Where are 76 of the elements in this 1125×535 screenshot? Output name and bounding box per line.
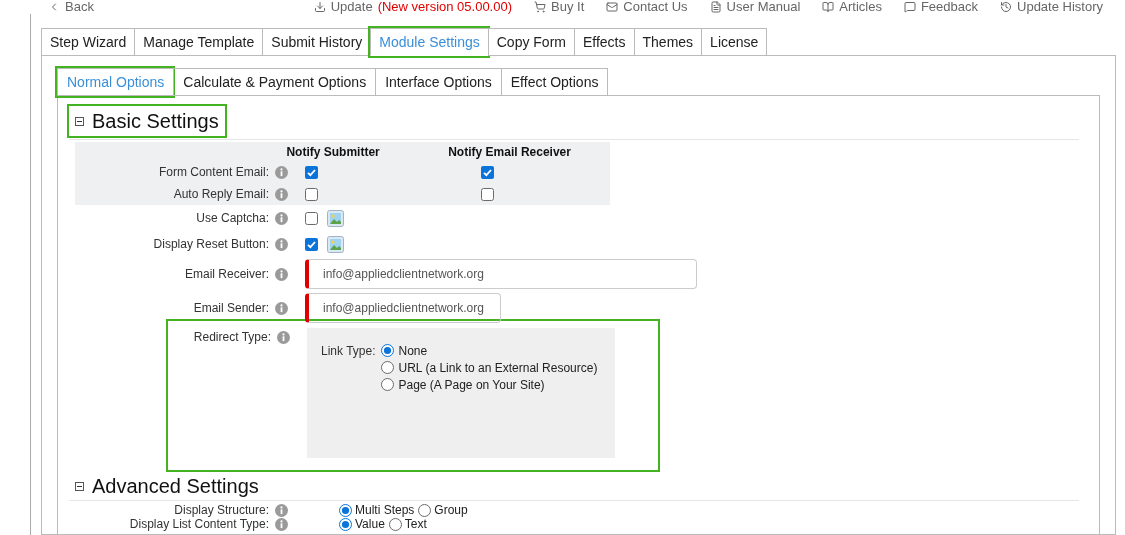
info-icon[interactable]	[277, 330, 290, 344]
field-label: Auto Reply Email:	[173, 186, 269, 203]
info-icon[interactable]	[275, 211, 288, 225]
radio-button[interactable]	[418, 503, 432, 517]
top-link[interactable]: Buy It	[534, 0, 585, 14]
radio-option[interactable]: URL (a Link to an External Resource)	[381, 359, 598, 376]
collapse-icon[interactable]	[75, 481, 84, 491]
field-label: Display Structure:	[174, 503, 269, 517]
field-label: Redirect Type:	[193, 329, 271, 346]
radio-button[interactable]	[381, 378, 395, 391]
top-link[interactable]: Update History	[1000, 0, 1103, 14]
top-link[interactable]: Update (New version 05.00.00)	[313, 0, 513, 14]
field-label: Display List Content Type:	[129, 517, 269, 531]
info-icon[interactable]	[275, 165, 288, 179]
checkbox[interactable]	[305, 211, 318, 225]
radio-button[interactable]	[381, 361, 395, 374]
image-icon[interactable]	[327, 235, 344, 253]
speech-bubble-icon	[903, 1, 916, 13]
book-icon	[822, 1, 835, 13]
field-label: Email Receiver:	[184, 266, 269, 283]
tab[interactable]: Themes	[633, 28, 702, 56]
envelope-icon	[606, 1, 619, 13]
checkbox[interactable]	[481, 165, 494, 179]
tab[interactable]: Step Wizard	[41, 28, 135, 56]
cart-icon	[534, 1, 547, 13]
column-header: Notify Submitter	[286, 144, 381, 161]
document-icon	[709, 1, 722, 13]
top-link[interactable]: Articles	[822, 0, 882, 14]
radio-option[interactable]: Page (A Page on Your Site)	[381, 376, 598, 393]
radio-option[interactable]: Value	[339, 517, 385, 531]
download-icon	[313, 1, 326, 13]
field-label: Link Type:	[321, 343, 376, 360]
tab[interactable]: Interface Options	[375, 68, 501, 96]
top-link[interactable]: Feedback	[903, 0, 978, 14]
info-icon[interactable]	[275, 503, 288, 517]
tab[interactable]: Submit History	[262, 28, 371, 56]
radio-button[interactable]	[339, 503, 352, 517]
field-label: Email Sender:	[193, 300, 269, 317]
info-icon[interactable]	[275, 301, 288, 315]
radio-button[interactable]	[381, 344, 395, 357]
radio-button[interactable]	[339, 517, 352, 531]
info-icon[interactable]	[275, 267, 288, 281]
tab[interactable]: Calculate & Payment Options	[173, 68, 376, 96]
info-icon[interactable]	[275, 237, 288, 251]
field-label: Form Content Email:	[158, 164, 269, 181]
history-icon	[1000, 1, 1012, 13]
radio-option[interactable]: None	[381, 342, 598, 359]
image-icon[interactable]	[327, 209, 344, 227]
checkbox[interactable]	[305, 187, 318, 201]
top-link[interactable]: User Manual	[709, 0, 801, 14]
tab[interactable]: Module Settings	[370, 28, 488, 56]
tab[interactable]: Normal Options	[57, 68, 174, 96]
checkbox[interactable]	[305, 165, 318, 179]
info-icon[interactable]	[275, 517, 288, 531]
radio-button[interactable]	[388, 517, 402, 531]
text-field[interactable]: info@appliedclientnetwork.org	[305, 293, 501, 323]
section-heading[interactable]: Advanced Settings	[69, 474, 269, 498]
tab[interactable]: Manage Template	[134, 28, 263, 56]
tab[interactable]: Copy Form	[487, 28, 574, 56]
radio-option[interactable]: Text	[388, 517, 427, 531]
radio-option[interactable]: Multi Steps	[339, 503, 415, 517]
text-field[interactable]: info@appliedclientnetwork.org	[305, 259, 697, 289]
top-link[interactable]: Contact Us	[606, 0, 688, 14]
tab[interactable]: Effect Options	[500, 68, 609, 96]
field-label: Display Reset Button:	[153, 236, 269, 253]
column-header: Notify Email Receiver	[448, 144, 572, 161]
tab[interactable]: Effects	[573, 28, 634, 56]
collapse-icon[interactable]	[75, 116, 84, 126]
field-label: Use Captcha:	[196, 210, 269, 227]
info-icon[interactable]	[275, 187, 288, 201]
tab[interactable]: License	[701, 28, 768, 56]
radio-option[interactable]: Group	[418, 503, 468, 517]
section-heading[interactable]: Basic Settings	[69, 106, 225, 136]
checkbox[interactable]	[481, 187, 494, 201]
top-link[interactable]: Back	[48, 0, 94, 14]
checkbox[interactable]	[305, 237, 318, 251]
